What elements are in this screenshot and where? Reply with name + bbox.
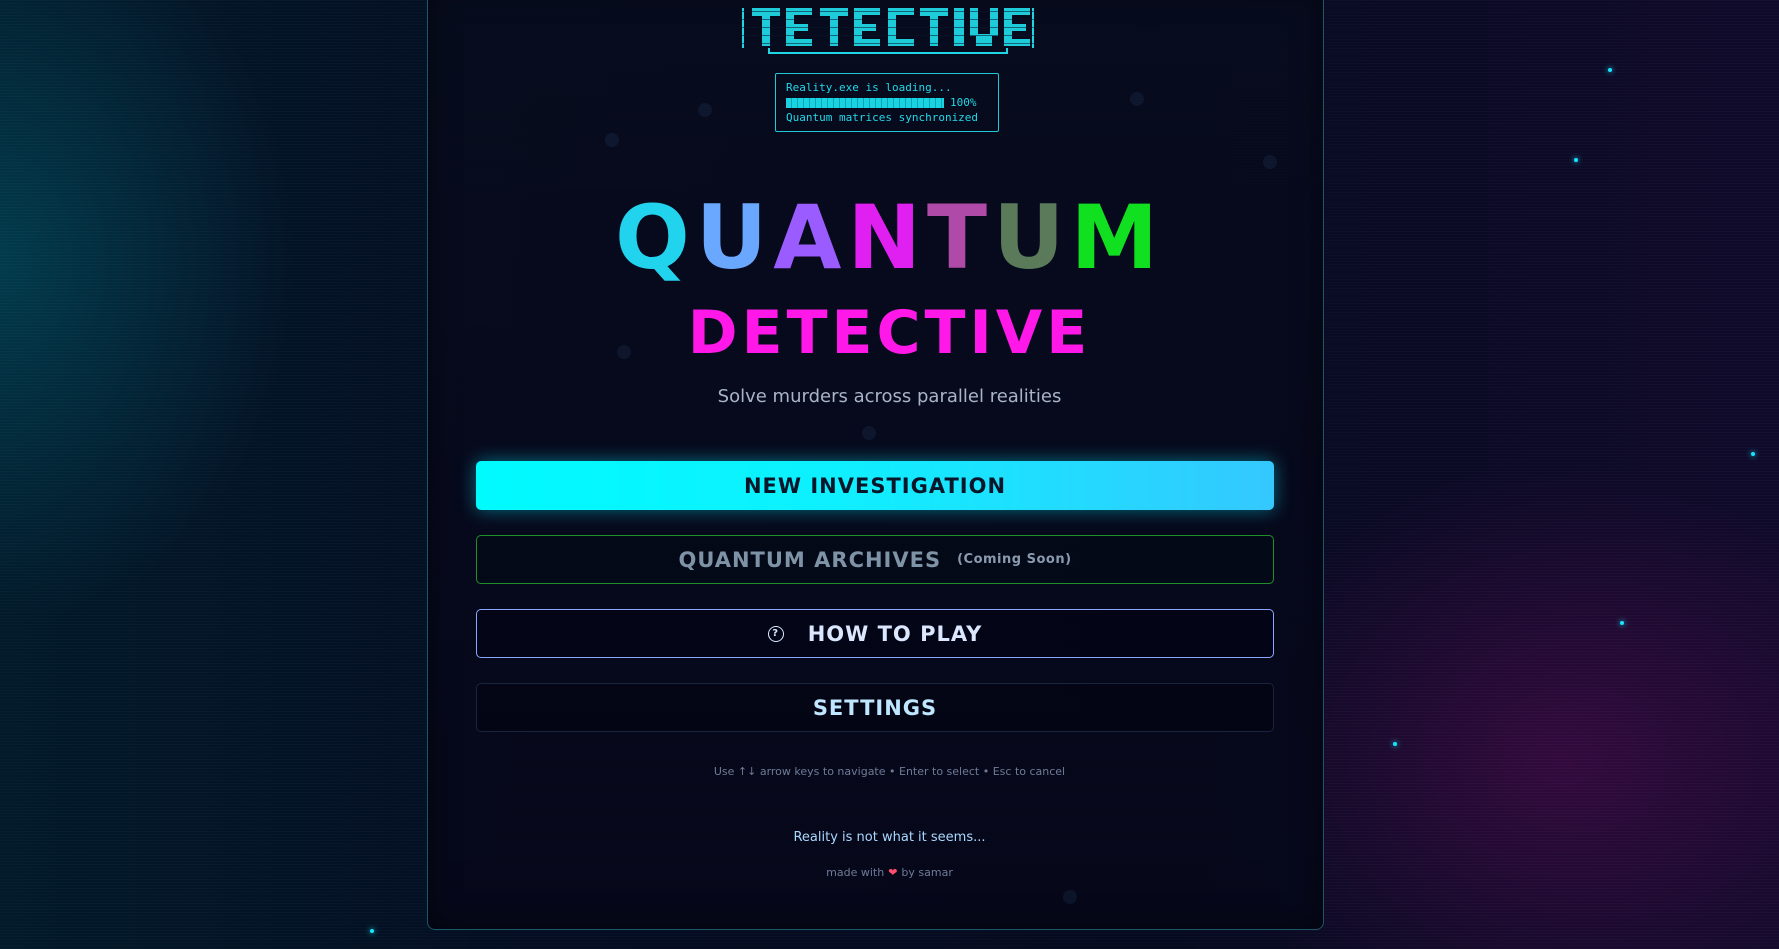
title-quantum: QUANTUM (0, 188, 1779, 288)
ambient-dot (1063, 890, 1077, 904)
new-investigation-button[interactable]: NEW INVESTIGATION (476, 461, 1274, 510)
settings-button[interactable]: SETTINGS (476, 683, 1274, 732)
ambient-dot (862, 426, 876, 440)
progress-label: 100% (950, 96, 977, 109)
keyboard-hint: Use ↑↓ arrow keys to navigate • Enter to… (713, 765, 1066, 778)
quantum-archives-label: QUANTUM ARCHIVES (678, 547, 942, 572)
star-particle (1751, 452, 1755, 456)
title-letter: U (993, 186, 1071, 289)
credit-line: made with ❤ by samar (0, 866, 1779, 879)
how-to-play-label: HOW TO PLAY (807, 621, 983, 646)
title-letter: N (847, 186, 927, 289)
ambient-dot (605, 133, 619, 147)
tagline: Solve murders across parallel realities (717, 386, 1062, 407)
quantum-archives-button[interactable]: QUANTUM ARCHIVES (Coming Soon) (476, 535, 1274, 584)
progress-bar-fill (786, 97, 944, 108)
pixel-logo (740, 8, 1036, 54)
sync-status-line: Quantum matrices synchronized (786, 111, 979, 124)
progress-bar (786, 97, 944, 108)
help-circle-icon: ? (767, 625, 784, 642)
title-letter: A (773, 186, 848, 289)
heart-icon: ❤ (888, 866, 898, 879)
loading-line: Reality.exe is loading... (786, 81, 952, 94)
coming-soon-badge: (Coming Soon) (957, 552, 1072, 567)
star-particle (1393, 742, 1397, 746)
star-particle (1608, 68, 1612, 72)
credit-prefix: made with (826, 866, 885, 879)
motto-text: Reality is not what it seems... (793, 830, 986, 845)
title-detective: DETECTIVE (687, 298, 1092, 368)
ambient-dot (1130, 92, 1144, 106)
title-letter: T (926, 186, 994, 289)
progress-row: 100% (786, 95, 988, 110)
ambient-dot (698, 103, 712, 117)
star-particle (1620, 621, 1624, 625)
credit-author: by samar (901, 866, 953, 879)
new-investigation-label: NEW INVESTIGATION (743, 473, 1007, 498)
star-particle (370, 929, 374, 933)
settings-label: SETTINGS (812, 695, 938, 720)
title-letter: Q (614, 186, 696, 289)
how-to-play-button[interactable]: ? HOW TO PLAY (476, 609, 1274, 658)
title-letter: M (1070, 186, 1165, 289)
star-particle (1574, 158, 1578, 162)
loading-status-box: Reality.exe is loading... 100% Quantum m… (775, 73, 999, 132)
ambient-dot (1263, 155, 1277, 169)
title-letter: U (695, 186, 774, 289)
